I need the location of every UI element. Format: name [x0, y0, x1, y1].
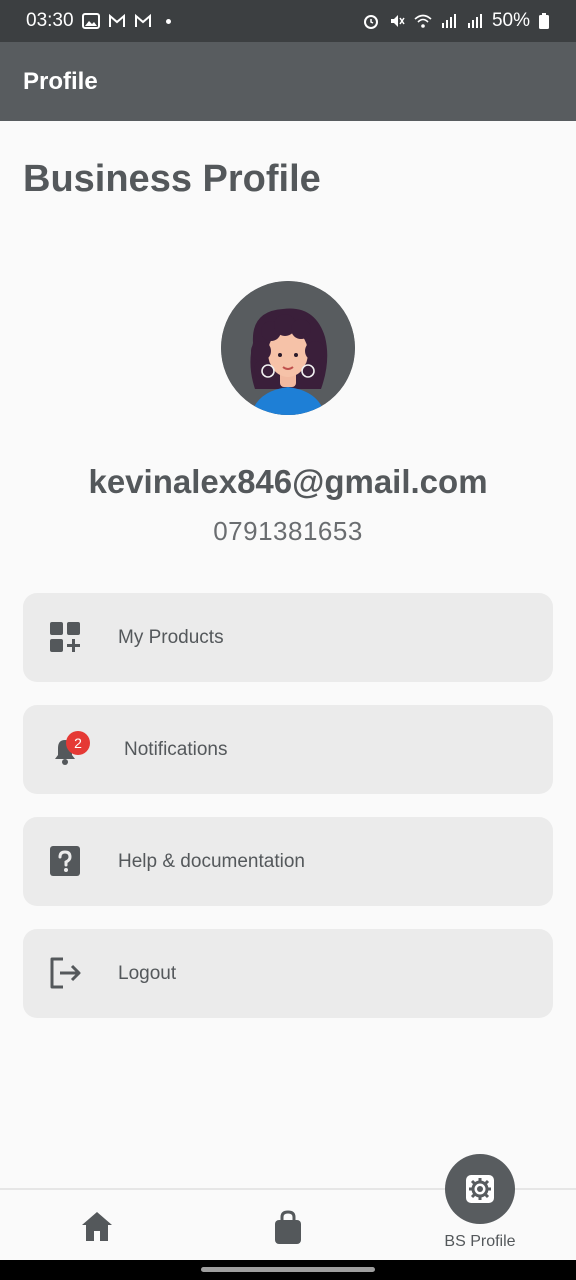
profile-phone: 0791381653: [213, 516, 363, 546]
avatar[interactable]: [221, 281, 355, 415]
profile-email: kevinalex846@gmail.com: [88, 463, 488, 500]
home-gesture-handle[interactable]: [201, 1267, 375, 1272]
status-left: 03:30: [26, 10, 171, 32]
menu-item-label: Help & documentation: [118, 850, 305, 872]
battery-percentage: 50%: [491, 10, 530, 31]
status-bar: 03:30 50%: [0, 0, 576, 42]
logout-icon: [50, 957, 81, 989]
battery-icon: [539, 13, 549, 29]
notification-dot-icon: [165, 18, 171, 24]
menu-item-label: My Products: [118, 626, 224, 648]
app-bar: Profile: [0, 42, 576, 121]
avatar-illustration: [221, 281, 355, 415]
image-icon: [81, 13, 100, 29]
status-right: 50%: [362, 10, 550, 32]
lte-signal-icon: [441, 14, 456, 28]
menu-item-my-products[interactable]: My Products: [23, 593, 553, 682]
menu-item-label: Logout: [118, 962, 177, 984]
signal-icon: [467, 14, 482, 28]
bs-profile-nav-label: BS Profile: [444, 1233, 516, 1250]
home-icon[interactable]: [77, 1206, 117, 1246]
grid-add-icon: [50, 622, 80, 652]
alarm-icon: [363, 15, 378, 29]
bs-profile-nav-button[interactable]: [445, 1154, 515, 1224]
wifi-icon: [414, 14, 432, 28]
help-icon: [50, 846, 80, 876]
mute-icon: [390, 15, 405, 27]
app-bar-title: Profile: [23, 67, 98, 95]
notification-badge: 2: [66, 731, 90, 755]
menu-item-logout[interactable]: Logout: [23, 929, 553, 1018]
system-gesture-bar: [0, 1260, 576, 1280]
menu-item-label: Notifications: [124, 738, 228, 760]
menu-item-notifications[interactable]: 2 Notifications: [23, 705, 553, 794]
settings-icon: [466, 1175, 494, 1203]
page-title: Business Profile: [23, 158, 321, 200]
shopping-bag-icon[interactable]: [268, 1208, 308, 1248]
menu-item-help[interactable]: Help & documentation: [23, 817, 553, 906]
gmail-icon: [134, 13, 151, 27]
gmail-icon: [108, 13, 125, 27]
status-time: 03:30: [26, 10, 74, 31]
